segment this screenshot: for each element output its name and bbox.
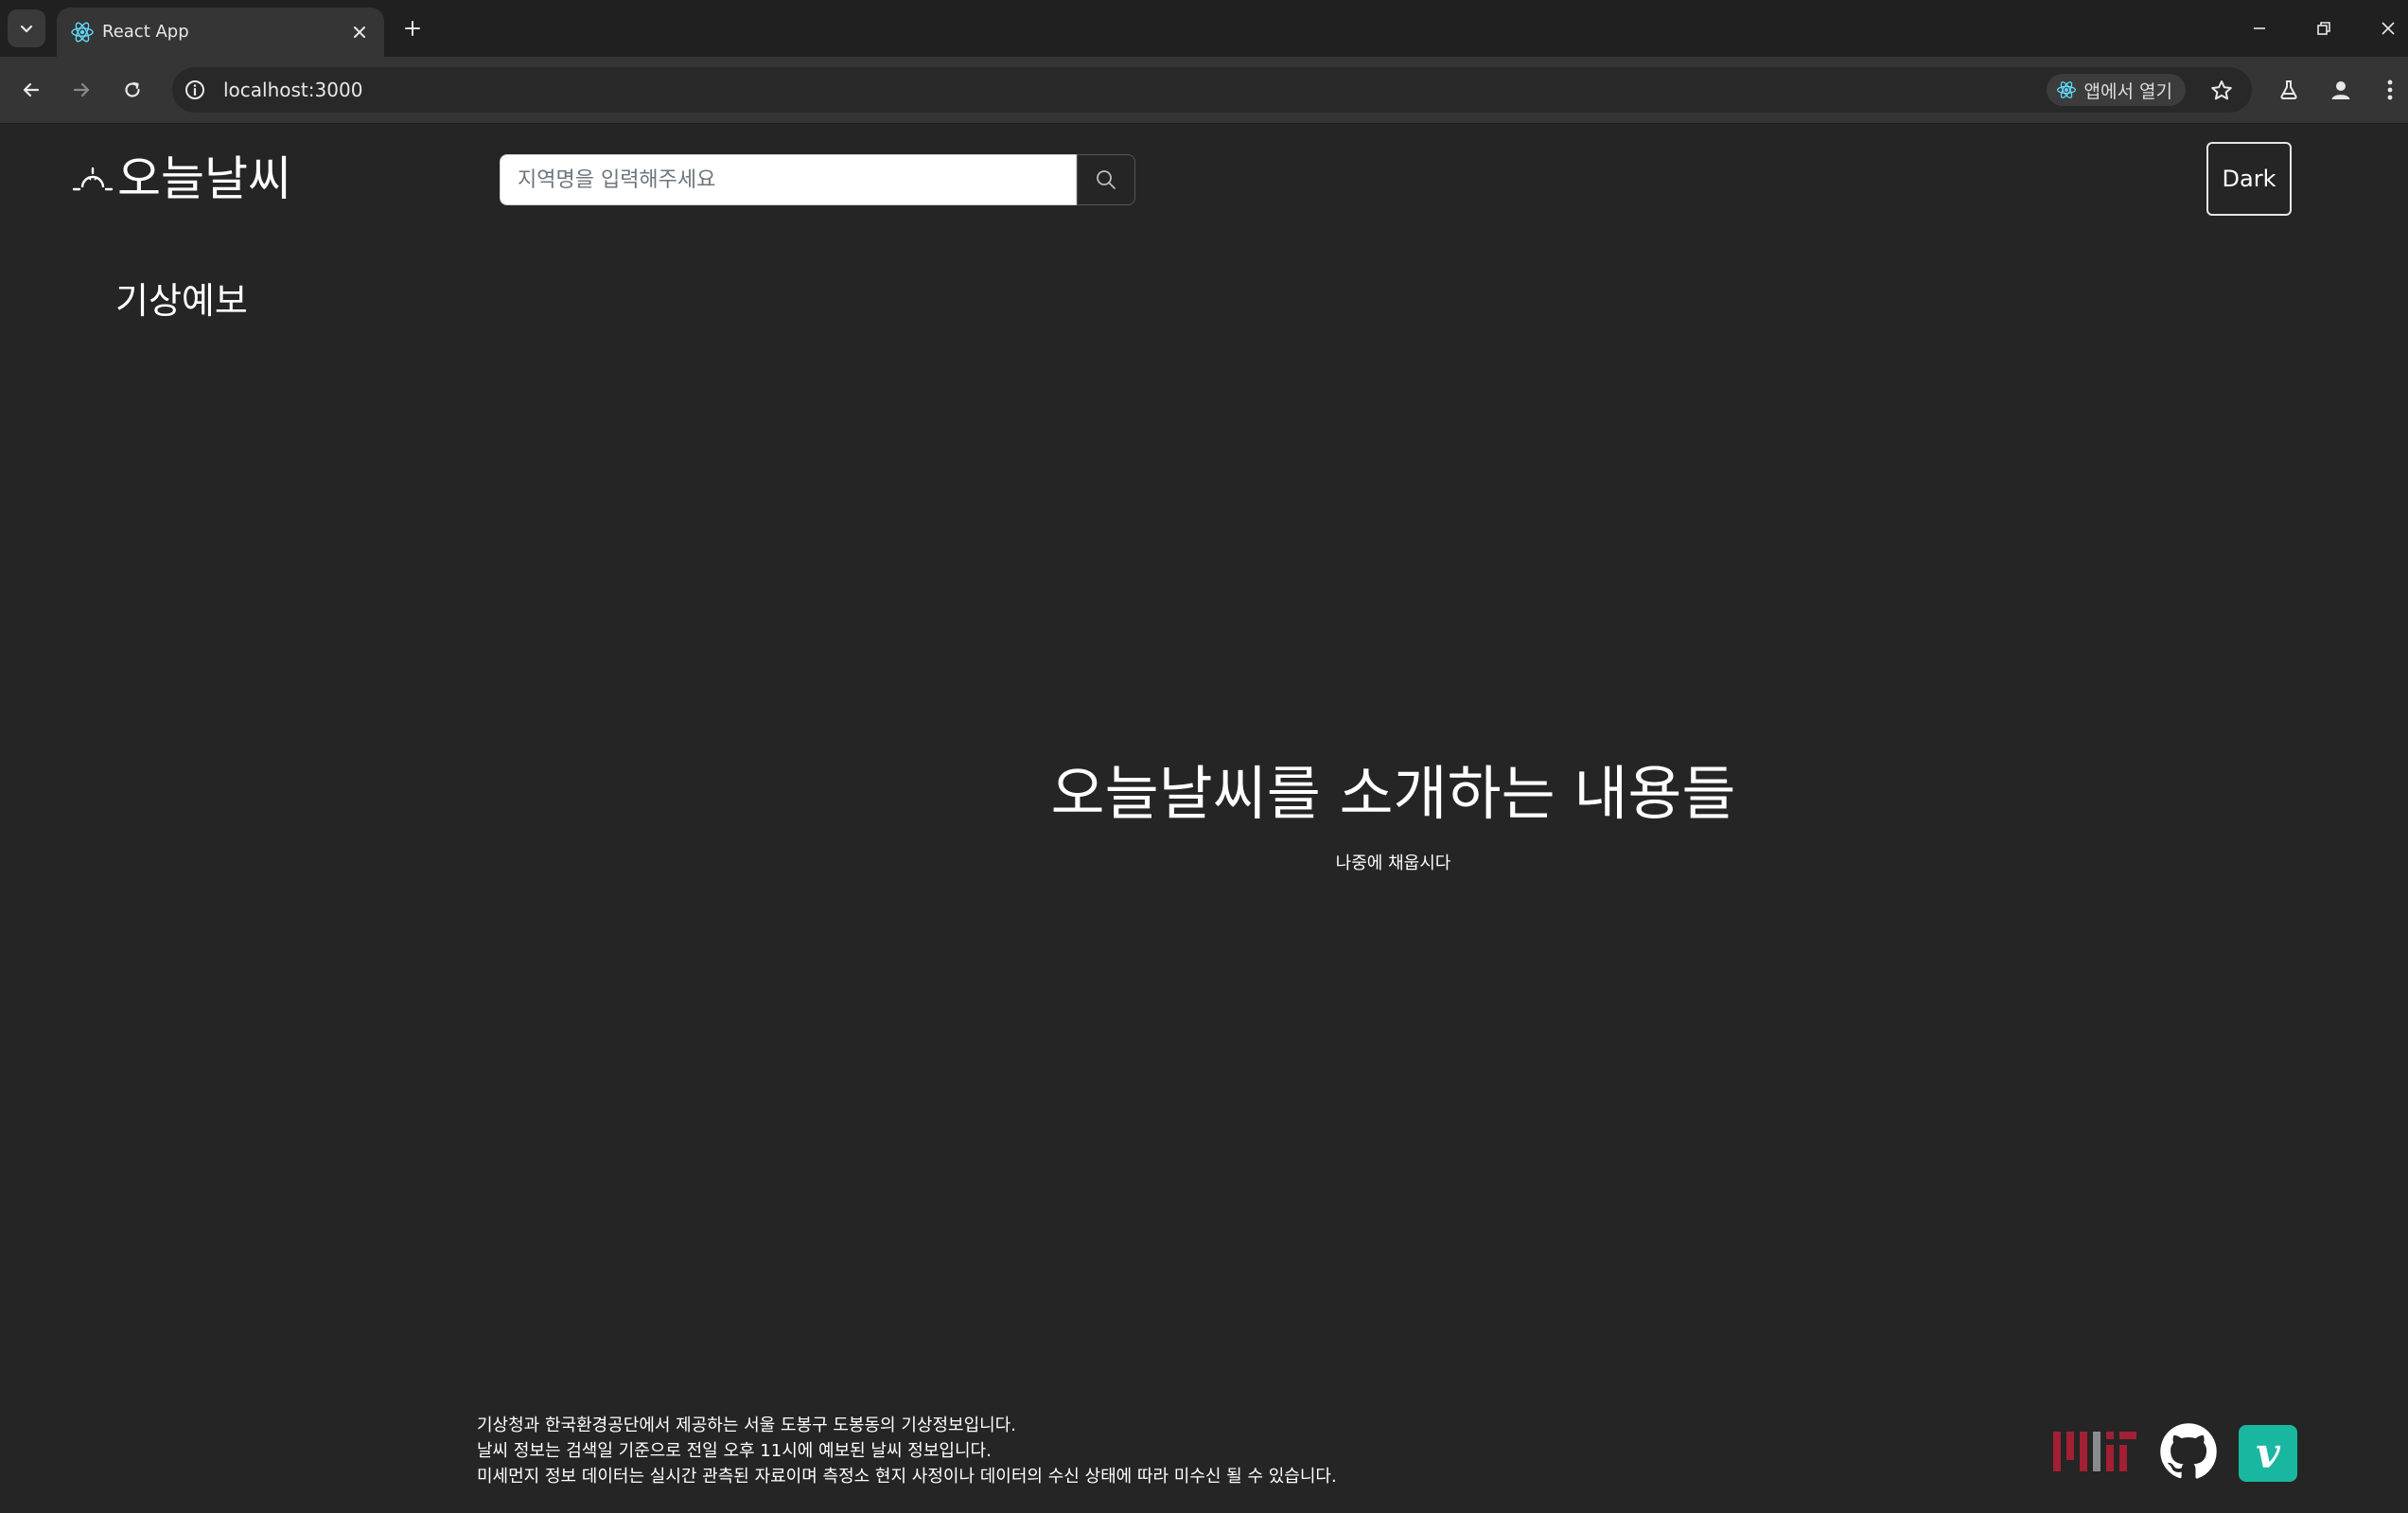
tab-close-button[interactable]	[346, 19, 373, 45]
tab-title: React App	[102, 22, 189, 42]
site-info-icon[interactable]	[184, 79, 206, 101]
vimeo-icon: v	[2256, 1429, 2280, 1478]
open-in-app-label: 앱에서 열기	[2083, 80, 2172, 102]
mit-license-link[interactable]	[2051, 1428, 2138, 1479]
page-content: 오늘날씨 Dark 기상예보 오늘날씨를 소개하는 내용들 나중에 채웁시다 기…	[0, 124, 2408, 1513]
star-icon	[2211, 80, 2232, 100]
github-icon	[2160, 1423, 2217, 1479]
footer-notes: 기상청과 한국환경공단에서 제공하는 서울 도봉구 도봉동의 기상정보입니다. …	[477, 1413, 1337, 1489]
restore-icon	[2317, 22, 2330, 35]
browser-tabstrip: React App	[0, 0, 2408, 57]
github-link[interactable]	[2159, 1422, 2218, 1485]
sunrise-icon	[72, 167, 114, 191]
flask-icon	[2280, 80, 2297, 99]
forecast-section-title: 기상예보	[115, 280, 248, 322]
footer-note: 미세먼지 정보 데이터는 실시간 관측된 자료이며 측정소 현지 사정이나 데이…	[477, 1467, 1337, 1487]
arrow-left-icon	[23, 82, 40, 97]
browser-toolbar: localhost:3000 앱에서 열기	[0, 57, 2408, 124]
profile-button[interactable]	[2322, 71, 2360, 109]
bookmark-button[interactable]	[2206, 76, 2237, 106]
browser-menu-button[interactable]	[2371, 71, 2408, 109]
minimize-icon	[2254, 27, 2265, 29]
footer-note: 기상청과 한국환경공단에서 제공하는 서울 도봉구 도봉동의 기상정보입니다.	[477, 1416, 1016, 1435]
footer-links: v	[2051, 1422, 2297, 1485]
address-bar[interactable]: localhost:3000 앱에서 열기	[172, 67, 2252, 113]
back-button[interactable]	[12, 71, 50, 109]
search-button[interactable]	[1077, 154, 1135, 205]
open-in-app-button[interactable]: 앱에서 열기	[2046, 74, 2186, 106]
close-icon	[354, 26, 365, 38]
new-tab-button[interactable]	[397, 13, 428, 44]
chevron-down-icon	[20, 25, 33, 33]
mit-logo-icon	[2053, 1432, 2136, 1471]
footer-note: 날씨 정보는 검색일 기준으로 전일 오후 11시에 예보된 날씨 정보입니다.	[477, 1441, 992, 1461]
arrow-right-icon	[73, 82, 90, 97]
tab-search-button[interactable]	[8, 9, 45, 47]
react-icon	[71, 22, 94, 43]
forward-button[interactable]	[62, 71, 100, 109]
react-icon	[2056, 81, 2076, 98]
logo-text: 오늘날씨	[117, 151, 291, 206]
site-logo[interactable]: 오늘날씨	[72, 150, 291, 207]
intro-subtitle: 나중에 채웁시다	[1335, 853, 1451, 873]
restore-button[interactable]	[2303, 8, 2345, 49]
search-icon	[1097, 170, 1116, 189]
labs-button[interactable]	[2270, 71, 2308, 109]
window-close-button[interactable]	[2367, 8, 2408, 49]
kebab-menu-icon	[2387, 79, 2393, 100]
location-search-input[interactable]	[500, 154, 1077, 205]
plus-icon	[405, 21, 420, 36]
address-bar-url[interactable]: localhost:3000	[223, 78, 362, 102]
reload-icon	[125, 81, 140, 97]
theme-toggle-button[interactable]: Dark	[2206, 142, 2292, 216]
intro-title: 오늘날씨를 소개하는 내용들	[1050, 759, 1736, 828]
minimize-button[interactable]	[2239, 8, 2280, 49]
close-icon	[2382, 22, 2395, 35]
browser-tab-active[interactable]: React App	[57, 8, 384, 57]
vimeo-link[interactable]: v	[2239, 1425, 2297, 1482]
person-icon	[2331, 81, 2350, 99]
reload-button[interactable]	[114, 71, 151, 109]
